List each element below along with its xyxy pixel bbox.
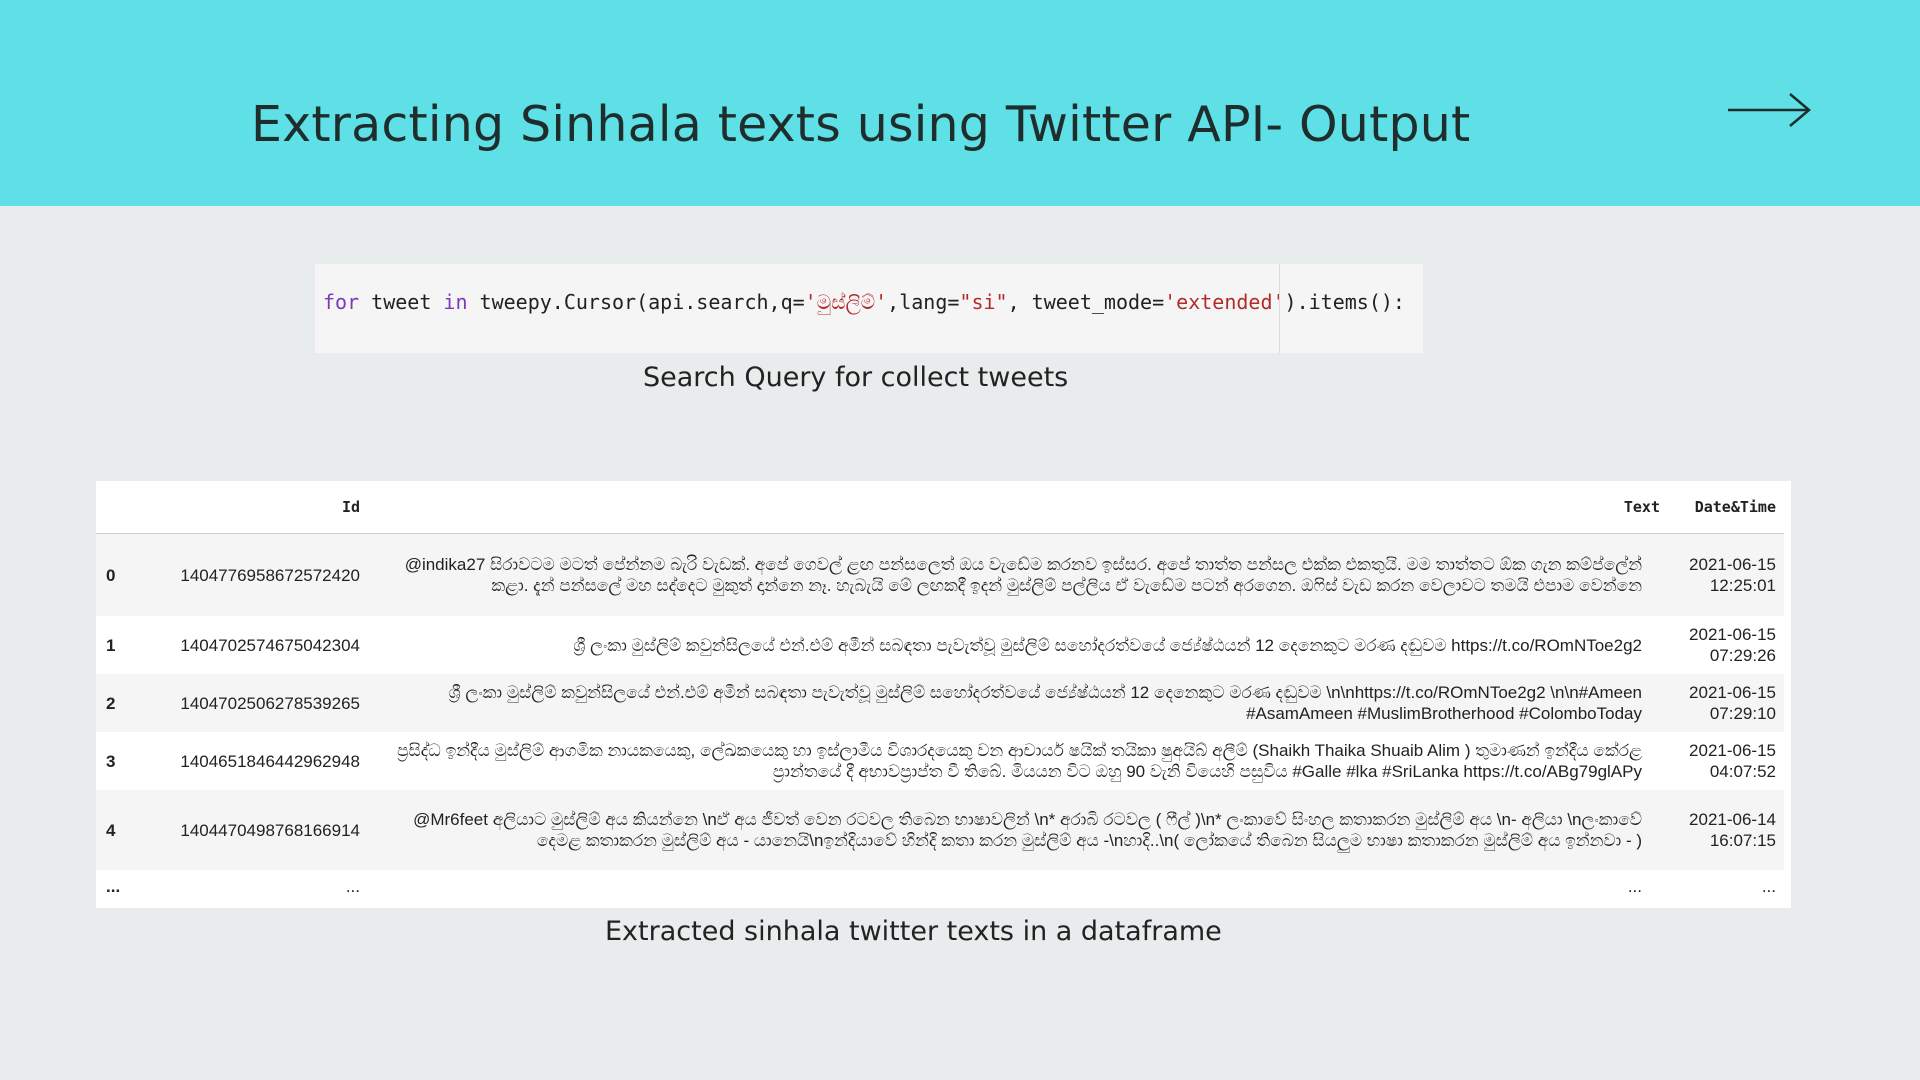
code-call-end: ).items(): xyxy=(1284,290,1405,314)
row-datetime: 2021-06-15 04:07:52 xyxy=(1668,732,1784,790)
row-datetime: 2021-06-15 07:29:26 xyxy=(1668,616,1784,674)
row-text: ... xyxy=(368,870,1668,902)
code-line: for tweet in tweepy.Cursor(api.search,q=… xyxy=(323,290,1405,314)
row-text: ශ්‍රී ලංකා මුස්ලිම් කවුන්සිලයේ එන්.එම් අ… xyxy=(368,616,1668,674)
row-id: 1404470498768166914 xyxy=(130,790,368,870)
row-id: 1404651846442962948 xyxy=(130,732,368,790)
slide-title: Extracting Sinhala texts using Twitter A… xyxy=(251,96,1471,153)
table-row: 3 1404651846442962948 ප්‍රසිද්ධ ඉන්දීය ම… xyxy=(96,732,1784,790)
row-id: ... xyxy=(130,870,368,902)
row-text: @Mr6feet අලියාට මුස්ලිම් අය කියන්නෙ \nඒ … xyxy=(368,790,1668,870)
code-mode-param: , tweet_mode= xyxy=(1007,290,1165,314)
row-datetime: 2021-06-15 12:25:01 xyxy=(1668,533,1784,616)
code-keyword-for: for xyxy=(323,290,360,314)
row-text: @indika27 සිරාවටම මටත් පේන්නම බැරි වැඩක්… xyxy=(368,533,1668,616)
row-index: ... xyxy=(96,870,130,902)
table-header-row: Id Text Date&Time xyxy=(96,481,1784,534)
row-id: 1404776958672572420 xyxy=(130,533,368,616)
code-divider xyxy=(1279,264,1280,353)
table-row: 4 1404470498768166914 @Mr6feet අලියාට මු… xyxy=(96,790,1784,870)
table-row: 2 1404702506278539265 ශ්‍රී ලංකා මුස්ලිම… xyxy=(96,674,1784,732)
row-text: ප්‍රසිද්ධ ඉන්දීය මුස්ලිම් ආගමික නායකයෙකු… xyxy=(368,732,1668,790)
table-row-ellipsis: ... ... ... ... xyxy=(96,870,1784,902)
code-mode-string: 'extended' xyxy=(1164,290,1285,314)
title-banner: Extracting Sinhala texts using Twitter A… xyxy=(0,0,1920,206)
row-datetime: 2021-06-15 07:29:10 xyxy=(1668,674,1784,732)
column-header-datetime: Date&Time xyxy=(1668,481,1784,534)
table-row: 0 1404776958672572420 @indika27 සිරාවටම … xyxy=(96,533,1784,616)
row-datetime: 2021-06-14 16:07:15 xyxy=(1668,790,1784,870)
code-call-start: tweepy.Cursor(api.search,q= xyxy=(467,290,805,314)
table-row: 1 1404702574675042304 ශ්‍රී ලංකා මුස්ලිම… xyxy=(96,616,1784,674)
row-index: 3 xyxy=(96,732,130,790)
code-lang-string: "si" xyxy=(959,290,1008,314)
row-id: 1404702506278539265 xyxy=(130,674,368,732)
code-cell: for tweet in tweepy.Cursor(api.search,q=… xyxy=(315,264,1423,353)
code-caption: Search Query for collect tweets xyxy=(643,362,1069,393)
column-header-text: Text xyxy=(368,481,1668,534)
row-index: 4 xyxy=(96,790,130,870)
row-index: 2 xyxy=(96,674,130,732)
row-index: 1 xyxy=(96,616,130,674)
row-text: ශ්‍රී ලංකා මුස්ලිම් කවුන්සිලයේ එන්.එම් අ… xyxy=(368,674,1668,732)
column-header-id: Id xyxy=(130,481,368,534)
code-lang-param: ,lang= xyxy=(887,290,960,314)
row-datetime: ... xyxy=(1668,870,1784,902)
code-keyword-in: in xyxy=(443,290,468,314)
dataframe-table: Id Text Date&Time 0 1404776958672572420 … xyxy=(96,481,1791,908)
table-caption: Extracted sinhala twitter texts in a dat… xyxy=(605,916,1222,947)
row-id: 1404702574675042304 xyxy=(130,616,368,674)
code-var-tweet: tweet xyxy=(359,290,444,314)
row-index: 0 xyxy=(96,533,130,616)
arrow-right-icon[interactable] xyxy=(1726,90,1812,130)
column-header-index xyxy=(96,481,130,534)
code-query-string: 'මුස්ලිම්' xyxy=(804,290,888,314)
